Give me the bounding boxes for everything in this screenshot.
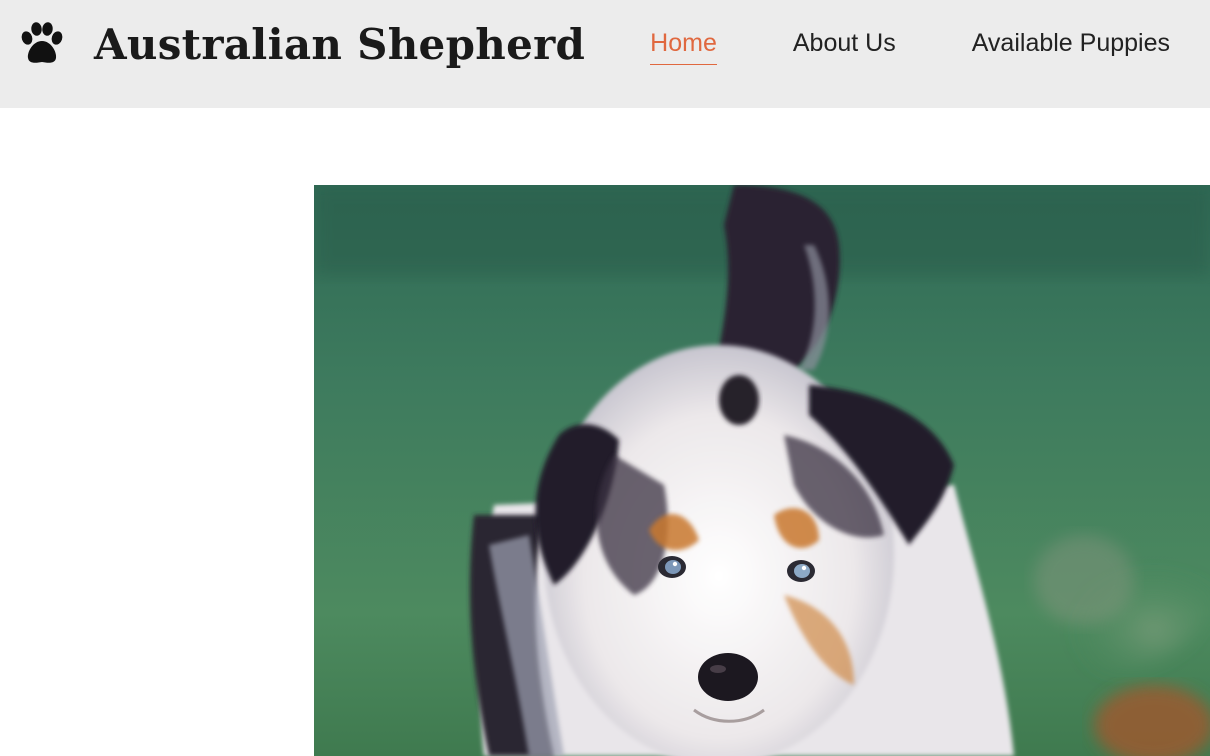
puppy-photo <box>314 185 1210 756</box>
main-nav: Home About Us Available Puppies <box>650 26 1170 65</box>
hero-image <box>314 185 1210 756</box>
site-header: Australian Shepherd Home About Us Availa… <box>0 0 1210 108</box>
brand[interactable]: Australian Shepherd <box>18 18 585 70</box>
nav-link-available-puppies[interactable]: Available Puppies <box>972 26 1170 64</box>
site-title: Australian Shepherd <box>94 19 586 69</box>
nav-link-about-us[interactable]: About Us <box>793 26 896 64</box>
paw-icon <box>21 22 63 63</box>
nav-link-home[interactable]: Home <box>650 26 717 65</box>
